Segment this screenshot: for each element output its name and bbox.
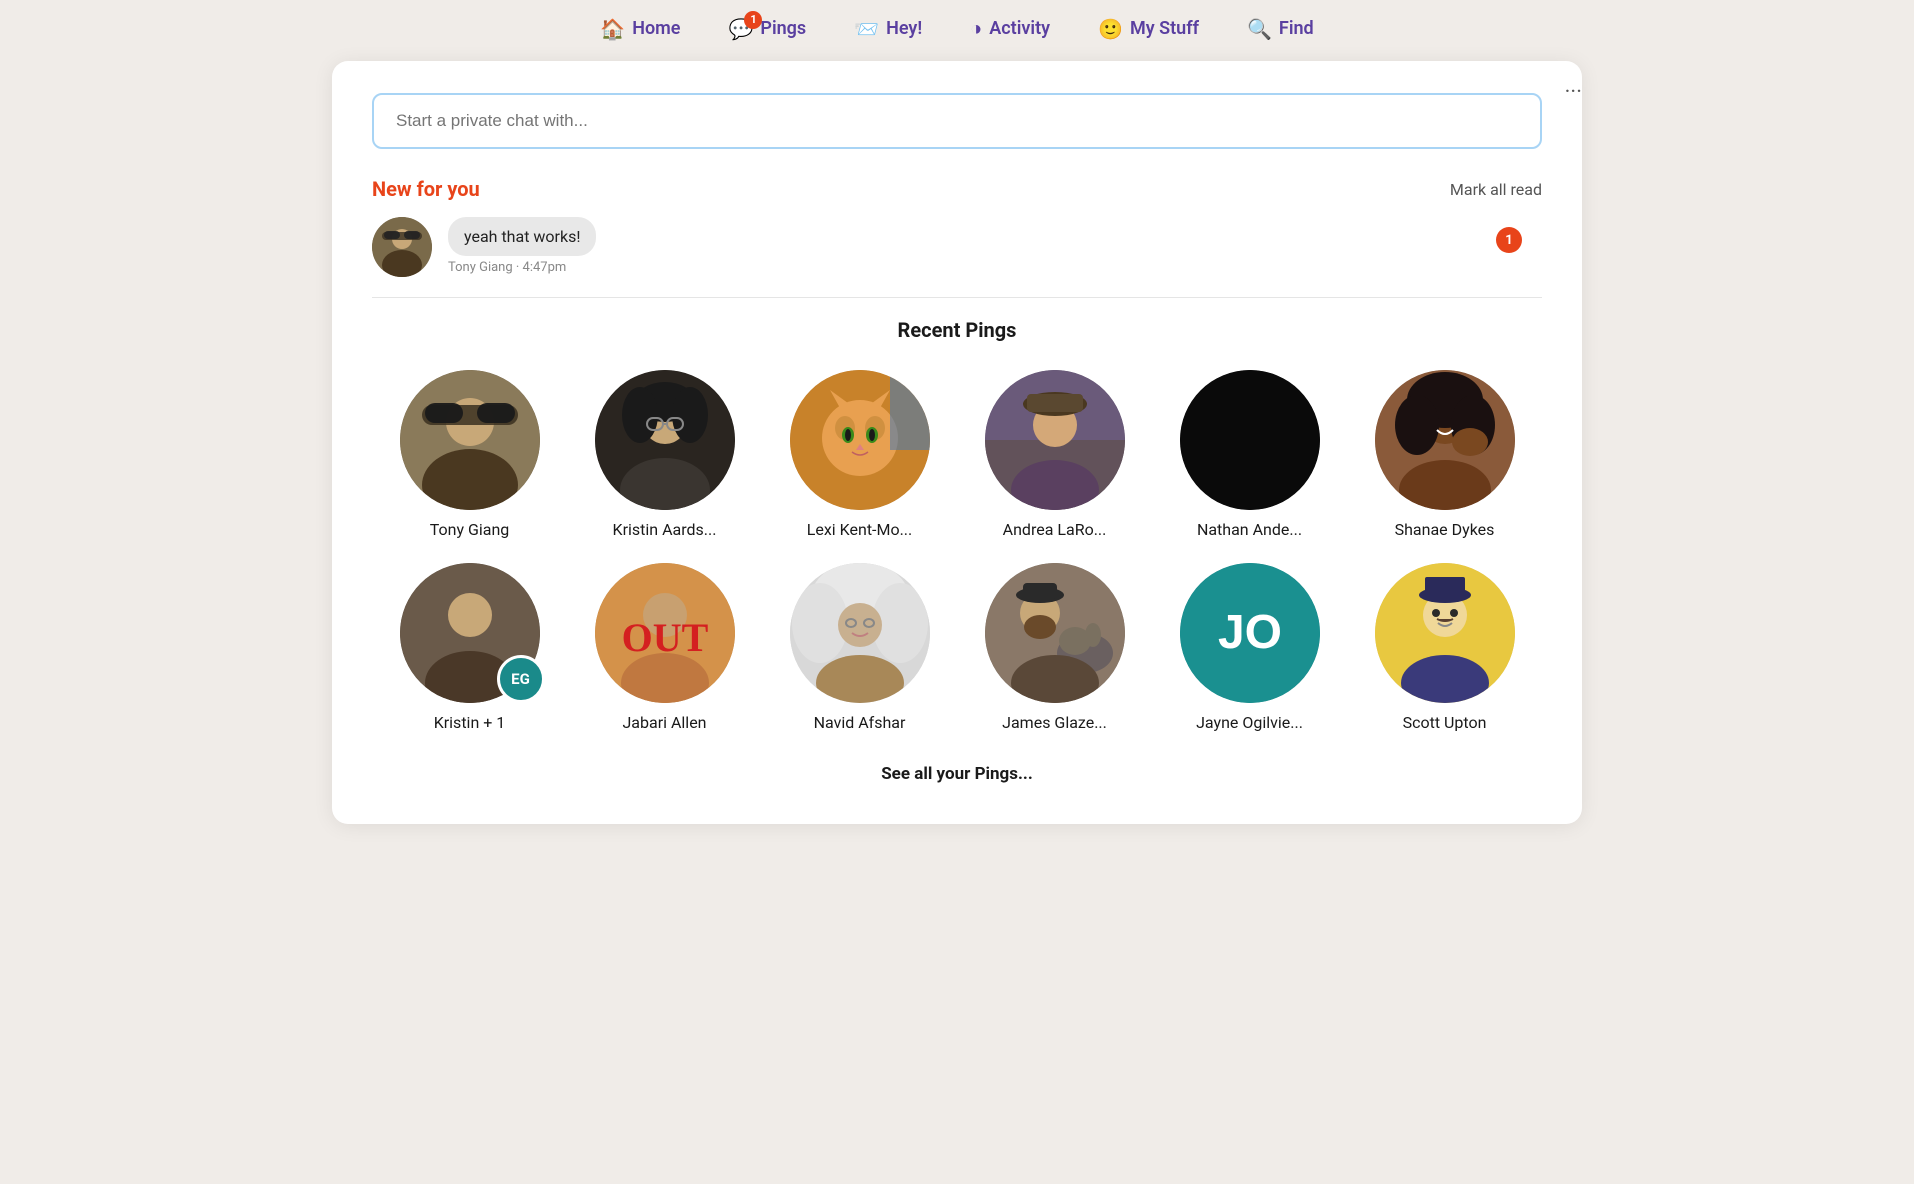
ping-lexi-avatar [790, 370, 930, 510]
ping-lexi[interactable]: Lexi Kent-Mo... [762, 370, 957, 539]
ping-andrea[interactable]: Andrea LaRo... [957, 370, 1152, 539]
ping-lexi-name: Lexi Kent-Mo... [807, 520, 912, 539]
ping-james-name: James Glaze... [1002, 713, 1107, 732]
message-preview: yeah that works! Tony Giang · 4:47pm 1 [372, 217, 1542, 277]
nav-pings[interactable]: 💬 Pings 1 [728, 17, 806, 41]
svg-text:OUT: OUT [621, 615, 708, 660]
ping-navid-avatar [790, 563, 930, 703]
nav-home-label: Home [632, 18, 680, 39]
ping-jabari-avatar: OUT [595, 563, 735, 703]
ping-scott-avatar [1375, 563, 1515, 703]
ping-nathan[interactable]: Nathan Ande... [1152, 370, 1347, 539]
ping-andrea-avatar [985, 370, 1125, 510]
ping-jayne-name: Jayne Ogilvie... [1196, 713, 1303, 732]
message-sender-time: Tony Giang · 4:47pm [448, 260, 596, 275]
nav-activity[interactable]: ◑ Activity [970, 16, 1050, 41]
unread-badge: 1 [1496, 227, 1522, 253]
nav-mystuff-label: My Stuff [1130, 18, 1199, 39]
hey-icon: 📨 [854, 17, 879, 41]
message-content: yeah that works! Tony Giang · 4:47pm [448, 217, 596, 275]
ping-james-avatar [985, 563, 1125, 703]
activity-icon: ◑ [970, 16, 982, 41]
ping-kristin-avatar [595, 370, 735, 510]
message-text: yeah that works! [464, 227, 580, 246]
home-icon: 🏠 [600, 17, 625, 41]
divider [372, 297, 1542, 298]
nav-activity-label: Activity [989, 18, 1050, 39]
nav-hey-label: Hey! [886, 18, 922, 39]
message-time: 4:47pm [523, 260, 567, 275]
ping-nathan-avatar [1180, 370, 1320, 510]
nav-find-label: Find [1279, 18, 1314, 39]
nav-hey[interactable]: 📨 Hey! [854, 17, 922, 41]
main-panel: New for you Mark all read ... yeah that … [332, 61, 1582, 824]
ping-tony-avatar [400, 370, 540, 510]
ping-shanae-avatar [1375, 370, 1515, 510]
ping-navid[interactable]: Navid Afshar [762, 563, 957, 732]
ping-nathan-name: Nathan Ande... [1197, 520, 1302, 539]
ping-kristin2[interactable]: EG Kristin + 1 [372, 563, 567, 732]
tony-avatar[interactable] [372, 217, 432, 277]
recent-pings-title: Recent Pings [372, 318, 1542, 342]
ping-kristin2-name: Kristin + 1 [434, 713, 506, 732]
message-dot: · [516, 260, 523, 275]
ping-scott-name: Scott Upton [1403, 713, 1487, 732]
see-all-pings-link[interactable]: See all your Pings... [372, 764, 1542, 784]
ping-jabari[interactable]: OUT Jabari Allen [567, 563, 762, 732]
ping-scott[interactable]: Scott Upton [1347, 563, 1542, 732]
new-for-you-label: New for you [372, 177, 480, 201]
search-input[interactable] [372, 93, 1542, 149]
find-icon: 🔍 [1247, 17, 1272, 41]
ping-tony-name: Tony Giang [430, 520, 510, 539]
nav-find[interactable]: 🔍 Find [1247, 17, 1314, 41]
nav-bar: 🏠 Home 💬 Pings 1 📨 Hey! ◑ Activity 🙂 My … [0, 0, 1914, 53]
message-bubble: yeah that works! [448, 217, 596, 256]
ping-kristin[interactable]: Kristin Aards... [567, 370, 762, 539]
new-for-you-header: New for you Mark all read [372, 177, 1542, 201]
tony-avatar-image [372, 217, 432, 277]
ping-shanae[interactable]: Shanae Dykes [1347, 370, 1542, 539]
ping-kristin-name: Kristin Aards... [613, 520, 717, 539]
three-dots-menu[interactable]: ... [1565, 73, 1582, 98]
overlay-badge-eg: EG [497, 655, 545, 703]
ping-andrea-name: Andrea LaRo... [1003, 520, 1107, 539]
ping-jabari-name: Jabari Allen [622, 713, 706, 732]
nav-pings-label: Pings [760, 18, 806, 39]
pings-grid: Tony Giang [372, 370, 1542, 732]
ping-shanae-name: Shanae Dykes [1395, 520, 1495, 539]
ping-tony[interactable]: Tony Giang [372, 370, 567, 539]
mark-all-read-button[interactable]: Mark all read [1450, 180, 1542, 199]
message-sender: Tony Giang [448, 260, 513, 275]
ping-kristin2-avatar: EG [400, 563, 540, 703]
nav-mystuff[interactable]: 🙂 My Stuff [1098, 17, 1199, 41]
pings-badge: 1 [744, 11, 762, 29]
ping-jayne-avatar: JO [1180, 563, 1320, 703]
ping-jayne[interactable]: JO Jayne Ogilvie... [1152, 563, 1347, 732]
nav-home[interactable]: 🏠 Home [600, 17, 680, 41]
ping-james[interactable]: James Glaze... [957, 563, 1152, 732]
svg-text:JO: JO [1217, 606, 1281, 659]
ping-navid-name: Navid Afshar [814, 713, 906, 732]
mystuff-icon: 🙂 [1098, 17, 1123, 41]
